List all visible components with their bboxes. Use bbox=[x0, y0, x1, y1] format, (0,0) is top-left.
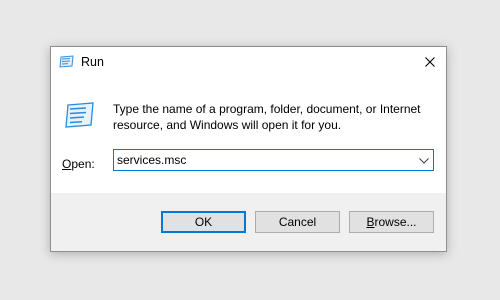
browse-mnemonic: B bbox=[366, 215, 375, 229]
window-title: Run bbox=[81, 55, 104, 69]
desktop-background: { "window": { "title": "Run", "icon": "r… bbox=[0, 0, 500, 300]
open-combobox[interactable] bbox=[113, 149, 434, 171]
cancel-button[interactable]: Cancel bbox=[255, 211, 340, 233]
run-program-icon bbox=[64, 101, 96, 129]
open-input[interactable] bbox=[114, 150, 412, 170]
dropdown-button[interactable] bbox=[415, 150, 433, 170]
ok-button[interactable]: OK bbox=[161, 211, 246, 233]
close-icon bbox=[425, 54, 435, 72]
open-label: Open: bbox=[62, 157, 95, 171]
close-button[interactable] bbox=[414, 47, 446, 79]
browse-label: rowse... bbox=[374, 215, 417, 229]
run-dialog: Run Type the name of a program, folder, … bbox=[50, 46, 447, 252]
open-label-mnemonic: O bbox=[62, 157, 72, 171]
chevron-down-icon bbox=[419, 151, 429, 169]
title-bar[interactable]: Run bbox=[51, 47, 446, 79]
run-description: Type the name of a program, folder, docu… bbox=[113, 102, 421, 132]
browse-button[interactable]: Browse... bbox=[349, 211, 434, 233]
run-app-icon bbox=[59, 55, 75, 69]
open-label-text: pen: bbox=[71, 157, 95, 171]
dialog-content: Type the name of a program, folder, docu… bbox=[51, 79, 446, 193]
